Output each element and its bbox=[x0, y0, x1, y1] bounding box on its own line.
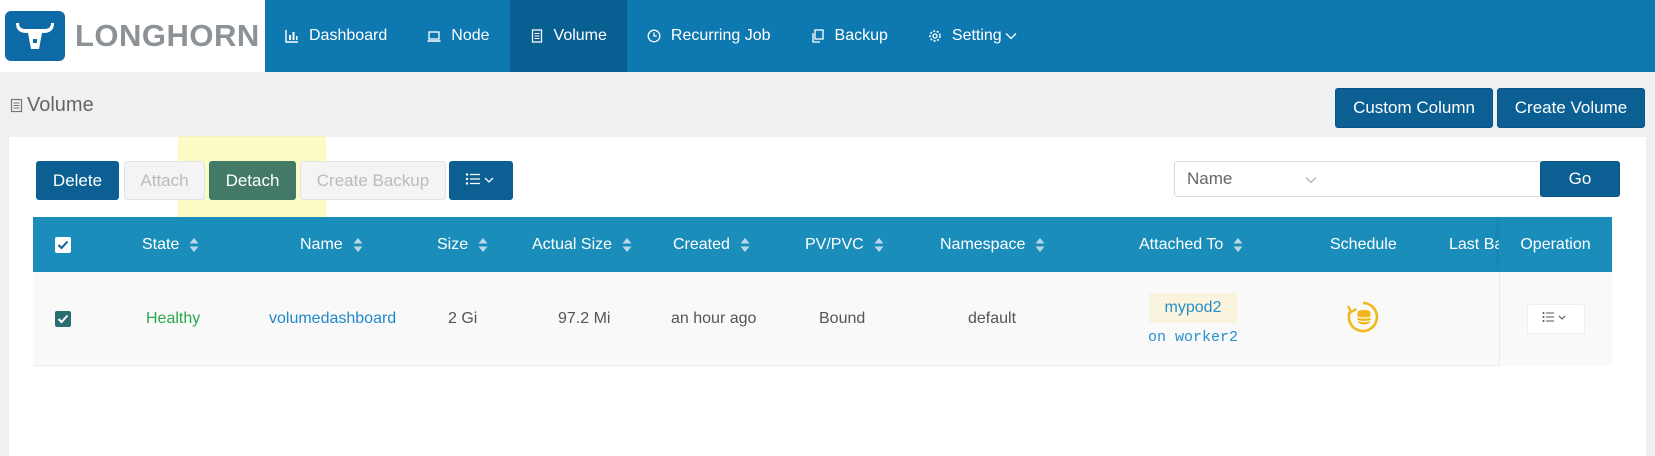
column-namespace[interactable]: Namespace bbox=[940, 217, 1045, 272]
column-actual-size[interactable]: Actual Size bbox=[532, 217, 632, 272]
top-navbar: LONGHORN Dashboard Node Volume Recurring… bbox=[0, 0, 1655, 72]
page-title-text: Volume bbox=[27, 94, 94, 116]
column-namespace-label: Namespace bbox=[940, 235, 1026, 253]
bulk-actions-button[interactable] bbox=[449, 161, 513, 200]
clock-icon bbox=[647, 29, 661, 43]
main-nav: Dashboard Node Volume Recurring Job Back… bbox=[265, 0, 1037, 72]
nav-backup[interactable]: Backup bbox=[791, 0, 908, 72]
column-schedule-label: Schedule bbox=[1330, 235, 1397, 253]
copy-icon bbox=[811, 29, 825, 43]
column-pvpvc[interactable]: PV/PVC bbox=[805, 217, 884, 272]
column-name-label: Name bbox=[300, 235, 343, 253]
gear-icon bbox=[928, 29, 942, 43]
attached-node: on worker2 bbox=[1148, 328, 1239, 346]
nav-dashboard-label: Dashboard bbox=[309, 27, 388, 44]
column-last-backup[interactable]: Last Backup bbox=[1449, 217, 1499, 272]
sort-icon bbox=[622, 237, 632, 253]
list-icon bbox=[1542, 310, 1570, 328]
nav-dashboard[interactable]: Dashboard bbox=[265, 0, 407, 72]
column-last-backup-label: Last Backup bbox=[1449, 235, 1499, 253]
column-created[interactable]: Created bbox=[673, 217, 750, 272]
filter-field-select[interactable]: Name bbox=[1174, 161, 1328, 197]
column-size[interactable]: Size bbox=[437, 217, 488, 272]
sort-icon bbox=[740, 237, 750, 253]
row-operation-button[interactable] bbox=[1527, 304, 1585, 334]
brand-name: LONGHORN bbox=[75, 18, 260, 53]
nav-backup-label: Backup bbox=[834, 27, 888, 44]
row-created: an hour ago bbox=[671, 310, 757, 327]
filter-field-value: Name bbox=[1187, 169, 1233, 188]
row-attached-to: mypod2 on worker2 bbox=[1148, 272, 1238, 366]
select-all-checkbox[interactable] bbox=[55, 236, 71, 253]
delete-button[interactable]: Delete bbox=[36, 161, 119, 200]
nav-setting[interactable]: Setting bbox=[908, 0, 1037, 72]
column-created-label: Created bbox=[673, 235, 730, 253]
row-checkbox[interactable] bbox=[55, 311, 71, 327]
chevron-down-icon bbox=[1005, 31, 1017, 41]
go-button[interactable]: Go bbox=[1540, 161, 1620, 197]
column-pvpvc-label: PV/PVC bbox=[805, 235, 864, 253]
sort-icon bbox=[1233, 237, 1243, 253]
longhorn-logo-icon bbox=[5, 11, 65, 61]
schedule-backup-icon[interactable] bbox=[1346, 300, 1380, 339]
row-namespace: default bbox=[968, 310, 1017, 327]
attach-button[interactable]: Attach bbox=[124, 161, 205, 200]
detach-button[interactable]: Detach bbox=[209, 161, 296, 200]
create-backup-button[interactable]: Create Backup bbox=[300, 161, 446, 200]
volume-icon bbox=[10, 98, 23, 113]
nav-recurring-job-label: Recurring Job bbox=[670, 27, 771, 44]
table-header: State Name Size Actual Size Created PV/P… bbox=[33, 217, 1612, 272]
column-state[interactable]: State bbox=[142, 217, 199, 272]
sort-icon bbox=[478, 237, 488, 253]
row-state: Healthy bbox=[146, 310, 201, 327]
table-row: Healthy volumedashboard 2 Gi 97.2 Mi an … bbox=[33, 272, 1612, 366]
row-select-cell bbox=[55, 272, 71, 366]
sort-icon bbox=[874, 237, 884, 253]
sort-icon bbox=[1035, 237, 1045, 253]
nav-volume-label: Volume bbox=[553, 27, 607, 44]
volume-name-link[interactable]: volumedashboard bbox=[269, 272, 396, 366]
create-volume-button[interactable]: Create Volume bbox=[1497, 88, 1645, 128]
select-all-cell bbox=[55, 217, 71, 272]
row-operation-cell bbox=[1499, 272, 1612, 366]
row-pvpvc: Bound bbox=[819, 310, 866, 327]
row-actual-size: 97.2 Mi bbox=[558, 310, 611, 327]
column-operation-label: Operation bbox=[1520, 235, 1591, 253]
list-icon bbox=[465, 171, 497, 191]
chevron-down-icon bbox=[1305, 169, 1317, 189]
attached-pod-link[interactable]: mypod2 bbox=[1148, 292, 1238, 323]
volume-icon bbox=[530, 29, 544, 43]
row-schedule bbox=[1346, 272, 1380, 366]
column-schedule: Schedule bbox=[1330, 217, 1397, 272]
nav-node[interactable]: Node bbox=[407, 0, 509, 72]
nav-node-label: Node bbox=[451, 27, 490, 44]
filter-search-input[interactable] bbox=[1327, 161, 1541, 197]
row-size: 2 Gi bbox=[448, 310, 478, 327]
sort-icon bbox=[353, 237, 363, 253]
column-attached-to-label: Attached To bbox=[1139, 235, 1224, 253]
column-state-label: State bbox=[142, 235, 180, 253]
column-size-label: Size bbox=[437, 235, 469, 253]
sort-icon bbox=[189, 237, 199, 253]
column-attached-to[interactable]: Attached To bbox=[1139, 217, 1243, 272]
brand-logo[interactable]: LONGHORN bbox=[0, 0, 265, 72]
page-title: Volume bbox=[10, 94, 94, 117]
column-operation: Operation bbox=[1499, 217, 1612, 272]
bar-chart-icon bbox=[285, 29, 299, 43]
nav-recurring-job[interactable]: Recurring Job bbox=[627, 0, 791, 72]
laptop-icon bbox=[427, 29, 441, 43]
column-name[interactable]: Name bbox=[300, 217, 363, 272]
custom-column-button[interactable]: Custom Column bbox=[1335, 88, 1493, 128]
nav-setting-label: Setting bbox=[951, 27, 1002, 44]
nav-volume[interactable]: Volume bbox=[509, 0, 627, 72]
column-actual-size-label: Actual Size bbox=[532, 235, 613, 253]
